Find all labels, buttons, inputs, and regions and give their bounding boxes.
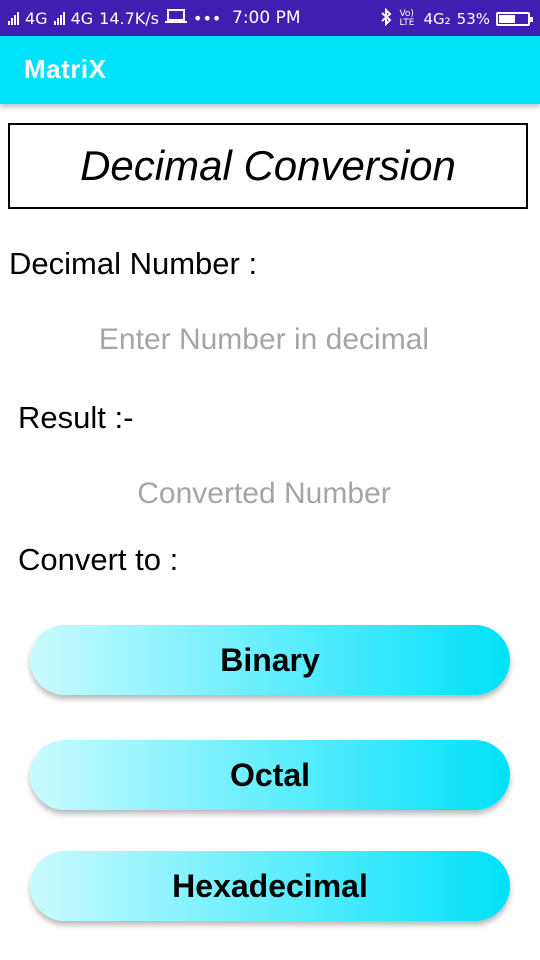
status-time: 7:00 PM	[232, 8, 301, 28]
bluetooth-icon	[379, 7, 393, 30]
octal-button[interactable]: Octal	[30, 740, 510, 810]
hexadecimal-button[interactable]: Hexadecimal	[30, 851, 510, 921]
laptop-icon	[165, 8, 187, 28]
status-left: 4G 4G 14.7K/s •••	[8, 8, 221, 28]
signal-icon	[8, 11, 19, 25]
app-title: MatriX	[24, 54, 107, 84]
signal-icon-2	[53, 11, 65, 25]
page-heading-box: Decimal Conversion	[8, 123, 528, 209]
volte-icon: Vo) LTE	[399, 9, 415, 28]
app-bar: MatriX	[0, 36, 540, 104]
result-field[interactable]	[0, 474, 528, 514]
network-speed: 14.7K/s	[99, 8, 159, 28]
decimal-number-label: Decimal Number :	[9, 246, 258, 281]
status-right: Vo) LTE 4G₂ 53%	[379, 7, 533, 30]
network-type: 4G	[25, 8, 48, 28]
battery-icon	[496, 12, 533, 26]
binary-button[interactable]: Binary	[30, 625, 510, 695]
network-type-2: 4G	[70, 8, 94, 28]
network-type-3: 4G₂	[423, 10, 451, 28]
more-notifications-icon: •••	[193, 8, 222, 28]
result-label: Result :-	[18, 400, 134, 435]
battery-percent: 53%	[456, 10, 490, 28]
page-title: Decimal Conversion	[80, 142, 456, 189]
status-bar: 4G 4G 14.7K/s ••• 7:00 PM Vo) LTE 4G₂ 53…	[0, 0, 540, 36]
convert-to-label: Convert to :	[18, 542, 179, 577]
decimal-input[interactable]	[0, 320, 528, 360]
